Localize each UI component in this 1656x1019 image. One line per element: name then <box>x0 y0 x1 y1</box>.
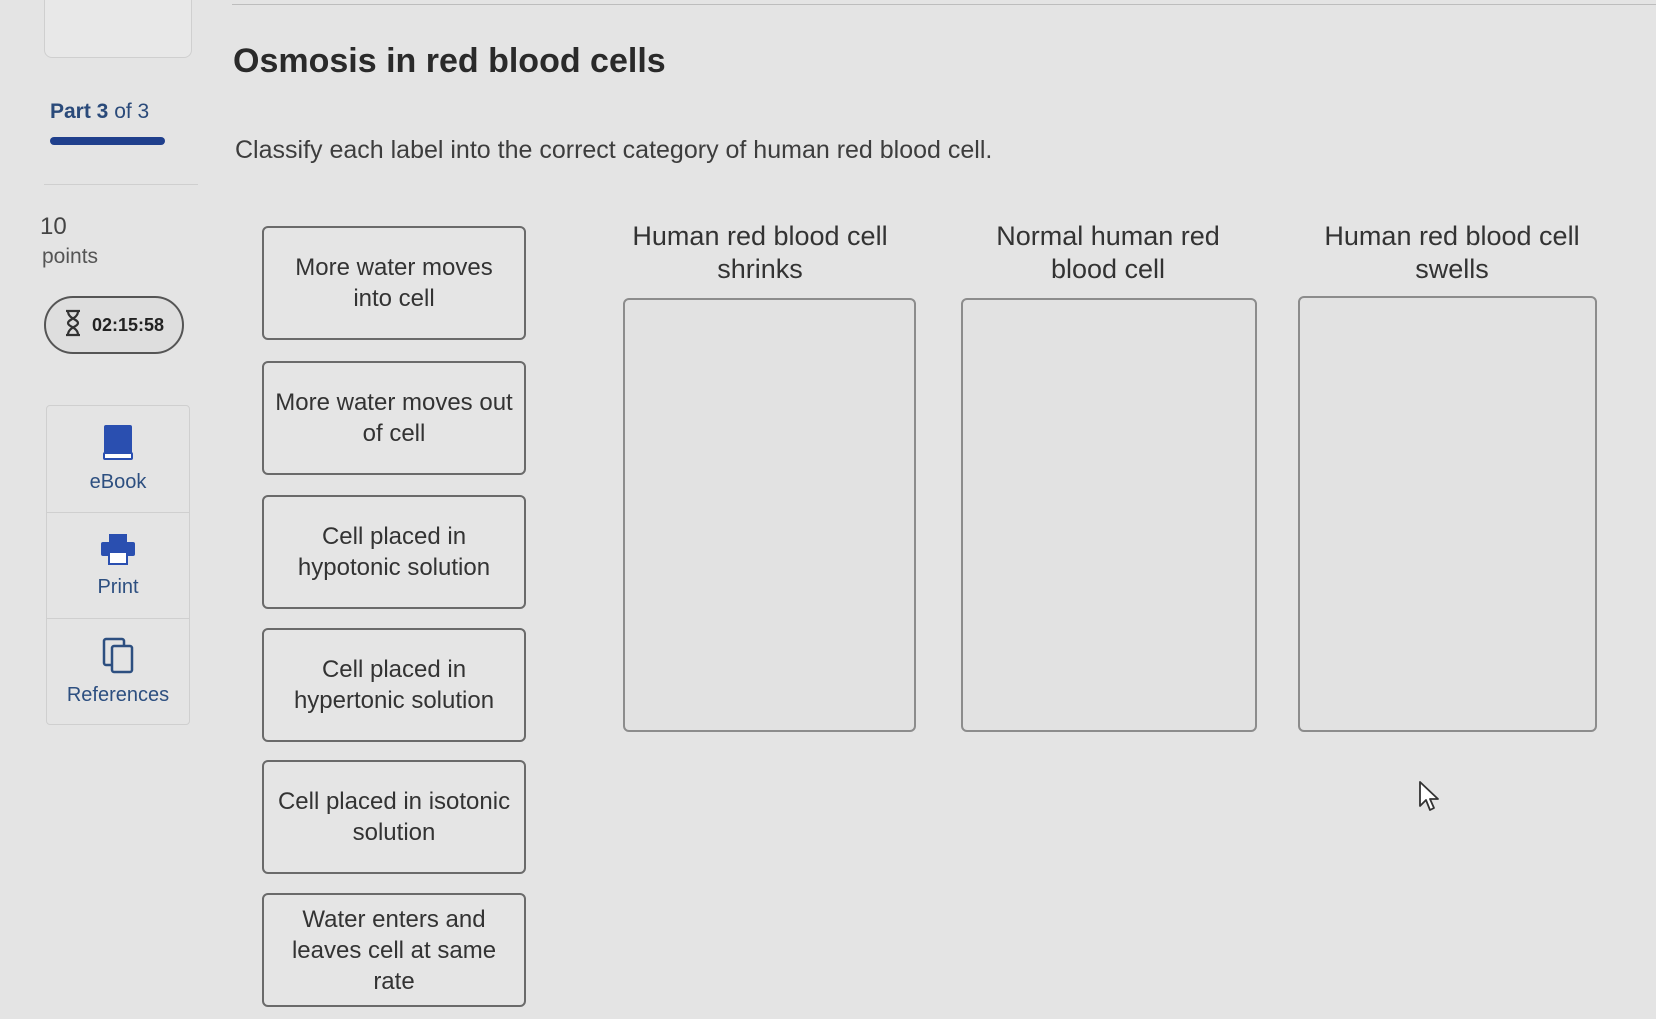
sidebar-tools: eBook Print References <box>46 405 190 725</box>
draggable-label[interactable]: More water moves into cell <box>262 226 526 340</box>
category-title-normal: Normal human red blood cell <box>996 221 1220 284</box>
book-icon <box>102 423 134 467</box>
category-title-swells: Human red blood cell swells <box>1324 221 1580 284</box>
part-indicator: Part 3 of 3 <box>50 100 149 124</box>
ebook-label: eBook <box>89 470 147 493</box>
print-label: Print <box>97 575 139 598</box>
draggable-label[interactable]: More water moves out of cell <box>262 361 526 475</box>
draggable-label[interactable]: Cell placed in hypertonic solution <box>262 628 526 742</box>
part-number: Part 3 <box>50 100 109 123</box>
part-progress-bar <box>50 137 165 145</box>
drop-zone-swells[interactable] <box>1298 296 1597 732</box>
print-button[interactable]: Print <box>47 512 189 617</box>
drop-zone-normal[interactable] <box>961 298 1257 732</box>
part-total: of 3 <box>108 100 150 123</box>
header-divider <box>232 4 1656 5</box>
hourglass-icon <box>64 309 82 342</box>
draggable-label[interactable]: Cell placed in isotonic solution <box>262 760 526 874</box>
draggable-label[interactable]: Cell placed in hypotonic solution <box>262 495 526 609</box>
drop-zone-shrinks[interactable] <box>623 298 916 732</box>
question-title: Osmosis in red blood cells <box>233 42 666 80</box>
references-icon <box>101 636 135 680</box>
category-title-shrinks: Human red blood cell shrinks <box>632 221 888 284</box>
question-instructions: Classify each label into the correct cat… <box>235 136 993 164</box>
sidebar-divider <box>44 184 198 185</box>
references-button[interactable]: References <box>47 618 189 723</box>
points-value: 10 <box>40 213 67 240</box>
printer-icon <box>99 532 137 572</box>
references-label: References <box>66 683 170 706</box>
draggable-label[interactable]: Water enters and leaves cell at same rat… <box>262 893 526 1007</box>
timer-value: 02:15:58 <box>91 314 165 335</box>
points-label: points <box>42 245 99 268</box>
ebook-button[interactable]: eBook <box>47 406 189 510</box>
timer[interactable]: 02:15:58 <box>44 296 184 354</box>
mouse-cursor-icon <box>1418 780 1440 817</box>
sidebar-top-panel <box>44 0 192 58</box>
